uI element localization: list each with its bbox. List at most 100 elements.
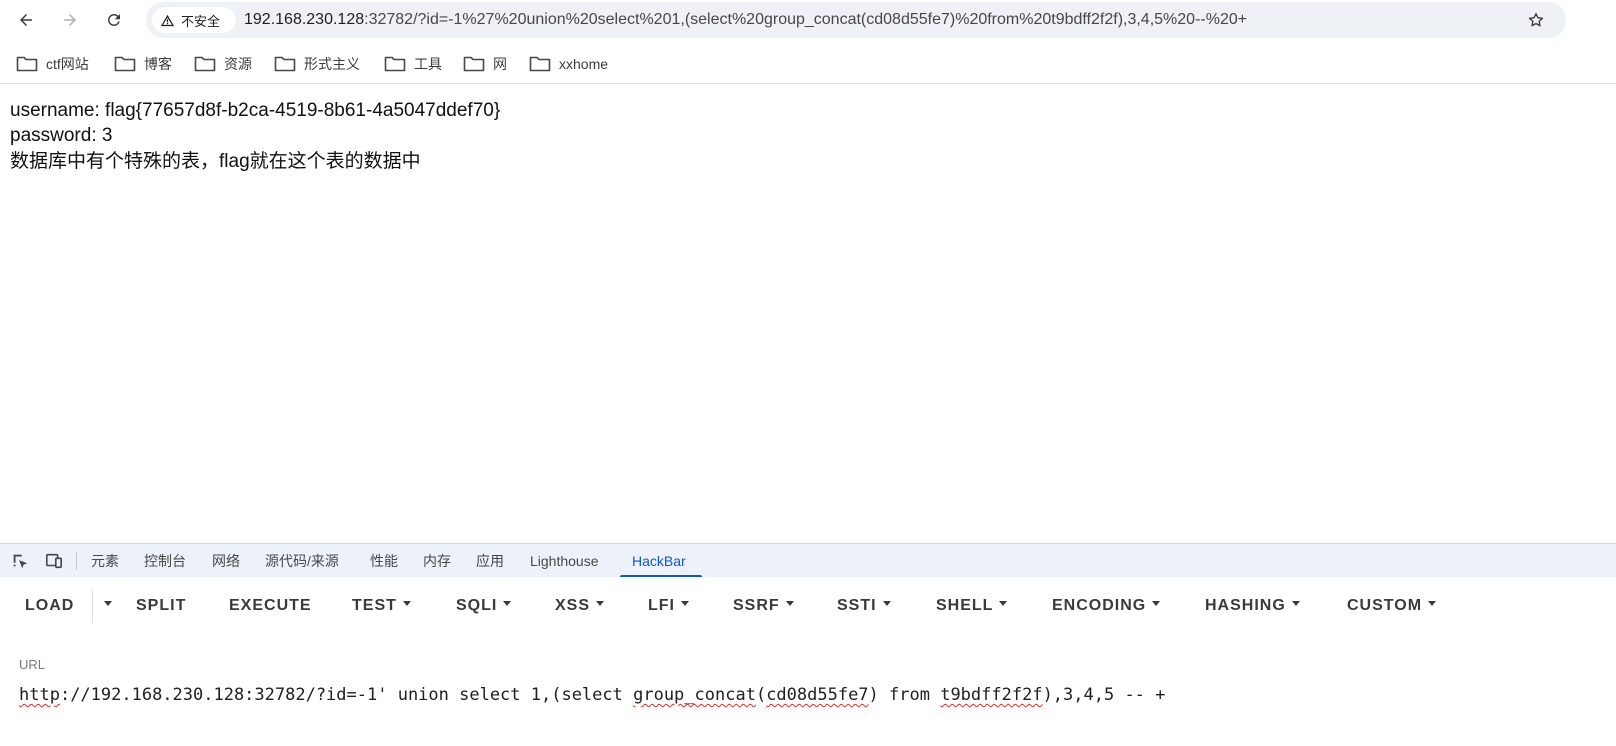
bookmarks-bar: ctf网站 博客 资源 形式主义 工具 网 xxhome	[0, 44, 1616, 84]
security-chip[interactable]: 不安全	[152, 7, 236, 33]
bookmark-folder-ctf[interactable]: ctf网站	[16, 52, 89, 76]
devtools-tabbar: 元素 控制台 网络 源代码/来源 性能 内存 应用 Lighthouse Hac…	[0, 543, 1616, 578]
url-scheme: http	[19, 685, 60, 705]
bookmark-star-button[interactable]	[1520, 4, 1552, 36]
split-button[interactable]: SPLIT	[136, 591, 186, 621]
tab-hackbar[interactable]: HackBar	[632, 544, 686, 578]
load-button[interactable]: LOAD	[25, 591, 74, 621]
shell-menu-button[interactable]: SHELL	[936, 591, 1008, 621]
sqli-label: SQLI	[456, 597, 498, 614]
back-button[interactable]	[10, 4, 42, 36]
caret-down-icon	[882, 601, 891, 607]
ssti-label: SSTI	[837, 597, 877, 614]
tab-console[interactable]: 控制台	[144, 544, 186, 578]
custom-menu-button[interactable]: CUSTOM	[1347, 591, 1437, 621]
load-dropdown-button[interactable]	[98, 591, 112, 621]
page-content: username: flag{77657d8f-b2ca-4519-8b61-4…	[0, 88, 1616, 543]
bookmark-label: ctf网站	[46, 56, 89, 72]
address-text[interactable]: 192.168.230.128:32782/?id=-1%27%20union%…	[244, 2, 1247, 38]
hackbar-panel: LOAD SPLIT EXECUTE TEST SQLI XSS LFI SSR…	[0, 577, 1616, 746]
caret-down-icon	[402, 601, 411, 607]
tab-application[interactable]: 应用	[476, 544, 504, 578]
bookmark-label: xxhome	[559, 56, 609, 72]
bookmark-folder-net[interactable]: 网	[463, 52, 507, 76]
hashing-label: HASHING	[1205, 597, 1286, 614]
split-label: SPLIT	[136, 597, 187, 614]
bookmark-folder-formalism[interactable]: 形式主义	[274, 52, 360, 76]
hint-line: 数据库中有个特殊的表，flag就在这个表的数据中	[10, 151, 421, 172]
test-label: TEST	[352, 597, 397, 614]
folder-icon	[463, 56, 485, 72]
url-segment: ://192.168.230.128:32782/?id=-1' union s…	[59, 685, 634, 705]
bookmark-folder-tools[interactable]: 工具	[384, 52, 442, 76]
folder-icon	[16, 56, 38, 72]
arrow-left-icon	[20, 14, 32, 26]
caret-down-icon	[681, 601, 689, 607]
security-label: 不安全	[181, 13, 221, 29]
folder-icon	[274, 56, 296, 72]
device-toolbar-icon[interactable]	[44, 551, 64, 571]
url-table: t9bdff2f2f	[940, 685, 1043, 705]
caret-down-icon	[785, 601, 794, 607]
test-menu-button[interactable]: TEST	[352, 591, 411, 621]
folder-icon	[114, 56, 136, 72]
bookmark-label: 工具	[414, 56, 442, 72]
tab-sources[interactable]: 源代码/来源	[265, 544, 339, 578]
bookmark-label: 资源	[224, 56, 252, 72]
folder-icon	[194, 56, 216, 72]
caret-down-icon	[1291, 601, 1300, 607]
ssrf-label: SSRF	[733, 597, 780, 614]
reload-icon	[107, 13, 120, 26]
encoding-label: ENCODING	[1052, 597, 1147, 614]
bookmark-folder-xxhome[interactable]: xxhome	[529, 52, 608, 76]
caret-down-icon	[999, 601, 1008, 607]
bookmark-folder-resources[interactable]: 资源	[194, 52, 252, 76]
execute-label: EXECUTE	[229, 597, 312, 614]
tab-performance[interactable]: 性能	[370, 544, 398, 578]
caret-down-icon	[503, 601, 512, 607]
tab-lighthouse[interactable]: Lighthouse	[530, 544, 599, 578]
inspect-element-icon[interactable]	[10, 551, 30, 571]
url-field-label: URL	[19, 657, 46, 672]
lfi-menu-button[interactable]: LFI	[648, 591, 689, 621]
url-segment: (	[755, 685, 767, 705]
sqli-menu-button[interactable]: SQLI	[456, 591, 512, 621]
custom-label: CUSTOM	[1347, 597, 1423, 614]
tab-memory[interactable]: 内存	[423, 544, 451, 578]
url-segment: ) from	[868, 685, 941, 705]
arrow-right-icon	[64, 14, 76, 26]
bookmark-label: 网	[493, 56, 507, 72]
bookmark-label: 形式主义	[304, 56, 360, 72]
warning-icon	[160, 14, 175, 26]
folder-icon	[529, 56, 551, 72]
lfi-label: LFI	[648, 597, 675, 614]
username-line: username: flag{77657d8f-b2ca-4519-8b61-4…	[10, 100, 501, 121]
forward-button[interactable]	[54, 4, 86, 36]
address-path: :32782/?id=-1%27%20union%20select%201,(s…	[364, 11, 1248, 28]
devtools-separator	[76, 552, 77, 570]
caret-down-icon	[104, 601, 112, 607]
caret-down-icon	[1428, 601, 1437, 607]
star-icon	[1528, 12, 1544, 27]
address-bar[interactable]: 不安全 192.168.230.128:32782/?id=-1%27%20un…	[146, 2, 1566, 38]
ssti-menu-button[interactable]: SSTI	[837, 591, 891, 621]
tab-network[interactable]: 网络	[212, 544, 240, 578]
folder-icon	[384, 56, 406, 72]
url-input[interactable]: http://192.168.230.128:32782/?id=-1' uni…	[19, 681, 1599, 709]
encoding-menu-button[interactable]: ENCODING	[1052, 591, 1161, 621]
xss-label: XSS	[555, 597, 591, 614]
load-separator	[92, 589, 93, 623]
bookmark-label: 博客	[144, 56, 172, 72]
caret-down-icon	[1152, 601, 1161, 607]
execute-button[interactable]: EXECUTE	[229, 591, 312, 621]
xss-menu-button[interactable]: XSS	[555, 591, 605, 621]
tab-elements[interactable]: 元素	[91, 544, 119, 578]
bookmark-folder-blog[interactable]: 博客	[114, 52, 172, 76]
url-segment: ),3,4,5 -- +	[1042, 685, 1166, 705]
reload-button[interactable]	[98, 4, 130, 36]
url-function: group_concat	[633, 685, 756, 705]
hashing-menu-button[interactable]: HASHING	[1205, 591, 1300, 621]
ssrf-menu-button[interactable]: SSRF	[733, 591, 794, 621]
url-column: cd08d55fe7	[766, 685, 869, 705]
load-label: LOAD	[25, 597, 75, 614]
